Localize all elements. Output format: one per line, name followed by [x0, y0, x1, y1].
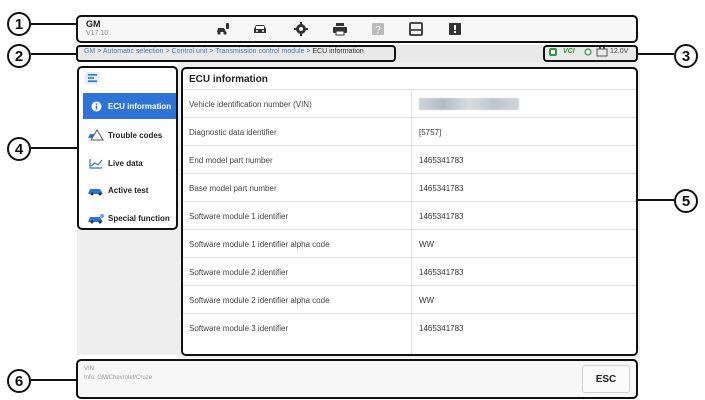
row-key: Diagnostic data identifier [189, 128, 277, 137]
leader-line-4 [31, 147, 77, 149]
car-icon[interactable] [250, 20, 270, 38]
table-row[interactable]: Vehicle identification number (VIN) [183, 89, 636, 118]
sidebar-item-label: ECU information [108, 101, 172, 111]
app-version: V17.10 [86, 30, 109, 37]
leader-line-1 [31, 23, 76, 25]
row-value: 1465341783 [419, 156, 464, 165]
help-icon[interactable]: ? [368, 20, 388, 38]
save-icon[interactable] [406, 20, 426, 38]
car-function-icon [87, 212, 105, 224]
row-value: 1465341783 [419, 184, 464, 193]
callout-2: 2 [7, 44, 31, 68]
column-divider [411, 202, 412, 230]
sidebar-item-label: Special function [108, 213, 170, 223]
sidebar-item-trouble-codes[interactable]: Trouble codes [83, 122, 176, 148]
row-value: 1465341783 [419, 268, 464, 277]
table-row[interactable]: End model part number 1465341783 [183, 145, 636, 174]
callout-1: 1 [7, 12, 31, 36]
column-divider [411, 258, 412, 286]
sidebar-item-ecu-information[interactable]: ECU information [83, 93, 176, 119]
column-divider [411, 118, 412, 146]
leader-line-5 [638, 199, 674, 201]
menu-toggle-icon[interactable] [85, 72, 99, 84]
redacted-vin-value [419, 98, 519, 110]
column-divider [411, 230, 412, 258]
function-sidebar: ECU information Trouble codes Live data … [77, 66, 178, 230]
feedback-icon[interactable] [445, 20, 465, 38]
breadcrumb-highlight-frame [76, 45, 396, 62]
vin-label: VIN: [84, 366, 96, 372]
row-key: Base model part number [189, 184, 277, 193]
row-value: WW [419, 240, 435, 249]
leader-line-2 [31, 53, 76, 55]
callout-4: 4 [7, 137, 31, 161]
sidebar-item-live-data[interactable]: Live data [83, 150, 176, 176]
info-icon [87, 100, 105, 112]
callout-6: 6 [7, 369, 31, 393]
column-divider [411, 286, 412, 314]
car-service-icon[interactable] [213, 20, 233, 38]
svg-text:?: ? [375, 25, 381, 36]
esc-button[interactable]: ESC [582, 365, 630, 393]
bottom-bar: VIN: Info: GM/Chevrolet/Cruze ESC [76, 359, 638, 399]
sidebar-item-active-test[interactable]: Active test [83, 177, 176, 203]
row-value: [5757] [419, 128, 442, 137]
sidebar-item-label: Trouble codes [108, 130, 163, 140]
row-key: Software module 1 identifier alpha code [189, 240, 330, 249]
graph-icon [87, 157, 105, 169]
row-value: WW [419, 296, 435, 305]
table-row[interactable]: Software module 2 identifier 1465341783 [183, 257, 636, 286]
row-key: Software module 2 identifier alpha code [189, 296, 330, 305]
row-key: Software module 2 identifier [189, 268, 289, 277]
status-highlight-frame [543, 45, 638, 62]
vehicle-info: Info: GM/Chevrolet/Cruze [84, 375, 153, 381]
row-key: Software module 3 identifier [189, 324, 289, 333]
callout-3: 3 [674, 44, 698, 68]
row-value: 1465341783 [419, 324, 464, 333]
table-row[interactable]: Diagnostic data identifier [5757] [183, 117, 636, 146]
leader-line-3 [638, 53, 674, 55]
row-key: End model part number [189, 156, 273, 165]
car-test-icon [87, 184, 105, 196]
gear-icon[interactable] [291, 20, 311, 38]
sidebar-item-label: Active test [108, 185, 149, 195]
column-divider [411, 314, 412, 354]
sidebar-empty-area [77, 230, 178, 355]
table-row[interactable]: Software module 1 identifier 1465341783 [183, 201, 636, 230]
row-key: Software module 1 identifier [189, 212, 289, 221]
leader-line-6 [31, 379, 76, 381]
sidebar-item-label: Live data [108, 158, 143, 168]
callout-5: 5 [674, 189, 698, 213]
column-divider [411, 90, 412, 118]
table-row[interactable]: Software module 2 identifier alpha code … [183, 285, 636, 314]
row-key: Vehicle identification number (VIN) [189, 100, 312, 109]
table-row[interactable]: Base model part number 1465341783 [183, 173, 636, 202]
column-divider [411, 146, 412, 174]
column-divider [411, 174, 412, 202]
table-row[interactable]: Software module 3 identifier 1465341783 [183, 313, 636, 354]
row-value: 1465341783 [419, 212, 464, 221]
car-warning-icon [87, 129, 105, 141]
title-bar: GM V17.10 ? [76, 15, 638, 43]
app-name: GM [86, 19, 101, 29]
table-row[interactable]: Software module 1 identifier alpha code … [183, 229, 636, 258]
panel-title: ECU information [189, 74, 268, 85]
sidebar-item-special-function[interactable]: Special function [83, 205, 176, 231]
printer-icon[interactable] [330, 20, 350, 38]
ecu-information-panel: ECU information Vehicle identification n… [181, 67, 638, 356]
